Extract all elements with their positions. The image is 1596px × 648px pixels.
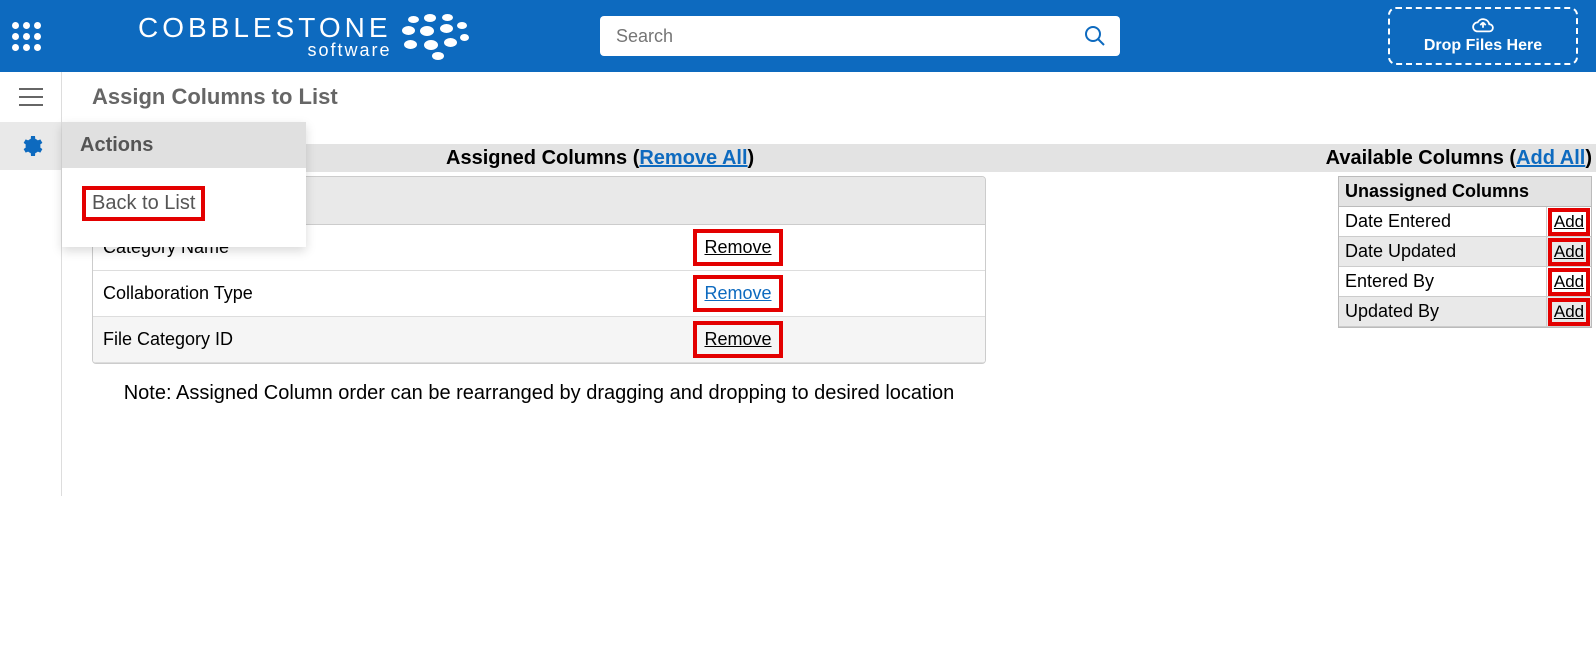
hamburger-menu-button[interactable] (0, 72, 61, 122)
assigned-header-post: ) (748, 147, 755, 169)
available-header-post: ) (1585, 147, 1592, 169)
search-icon[interactable] (1070, 24, 1120, 48)
assigned-column-name: File Category ID (103, 329, 693, 350)
brand-dots-icon (402, 14, 472, 59)
actions-panel: Actions Back to List (62, 122, 306, 247)
available-row: Entered By Add (1339, 267, 1591, 297)
remove-column-link[interactable]: Remove (704, 329, 771, 350)
available-columns-header: Available Columns (Add All) (1326, 147, 1592, 170)
available-columns-table: Unassigned Columns Date EnteredAddDate U… (1338, 176, 1592, 328)
assigned-header-pre: Assigned Columns ( (446, 147, 639, 169)
back-to-list-link[interactable]: Back to List (82, 186, 205, 221)
content-row: Assign Columns to List Actions Back to L… (0, 72, 1596, 496)
assigned-row[interactable]: Collaboration Type Remove (93, 271, 985, 317)
left-rail (0, 72, 62, 496)
add-column-link[interactable]: Add (1554, 212, 1584, 231)
drop-files-label: Drop Files Here (1424, 37, 1542, 55)
available-column-name: Date Updated (1339, 237, 1547, 266)
available-column-name: Entered By (1339, 267, 1547, 296)
drop-files-zone[interactable]: Drop Files Here (1388, 7, 1578, 65)
brand-logo[interactable]: COBBLESTONE software (138, 12, 472, 61)
page-title: Assign Columns to List (62, 72, 1596, 122)
assigned-column-name: Collaboration Type (103, 283, 693, 304)
settings-button[interactable] (0, 122, 61, 170)
main-area: Assign Columns to List Actions Back to L… (62, 72, 1596, 496)
remove-all-link[interactable]: Remove All (639, 147, 747, 169)
add-all-link[interactable]: Add All (1516, 147, 1585, 169)
columns-headers-band: Assigned Columns (Remove All) Available … (306, 144, 1596, 172)
available-row: Date Entered Add (1339, 207, 1591, 237)
remove-column-link[interactable]: Remove (704, 237, 771, 258)
assigned-row[interactable]: File Category ID Remove (93, 317, 985, 363)
assigned-columns-header: Assigned Columns (Remove All) (446, 147, 754, 170)
unassigned-columns-header: Unassigned Columns (1339, 177, 1591, 207)
available-column-name: Updated By (1339, 297, 1547, 326)
cloud-upload-icon (1472, 17, 1494, 35)
gear-icon (19, 134, 43, 158)
available-header-pre: Available Columns ( (1326, 147, 1516, 169)
available-column-name: Date Entered (1339, 207, 1547, 236)
actions-header: Actions (62, 122, 306, 168)
available-row: Date Updated Add (1339, 237, 1591, 267)
search-input[interactable] (600, 26, 1070, 47)
remove-column-link[interactable]: Remove (704, 283, 771, 304)
apps-grid-icon[interactable] (12, 22, 48, 51)
top-bar: COBBLESTONE software Drop Files Here (0, 0, 1596, 72)
hamburger-icon (19, 88, 43, 106)
reorder-note: Note: Assigned Column order can be rearr… (92, 382, 986, 405)
available-row: Updated By Add (1339, 297, 1591, 327)
search-container (600, 16, 1120, 56)
add-column-link[interactable]: Add (1554, 242, 1584, 261)
add-column-link[interactable]: Add (1554, 302, 1584, 321)
brand-main-text: COBBLESTONE (138, 12, 392, 44)
add-column-link[interactable]: Add (1554, 272, 1584, 291)
